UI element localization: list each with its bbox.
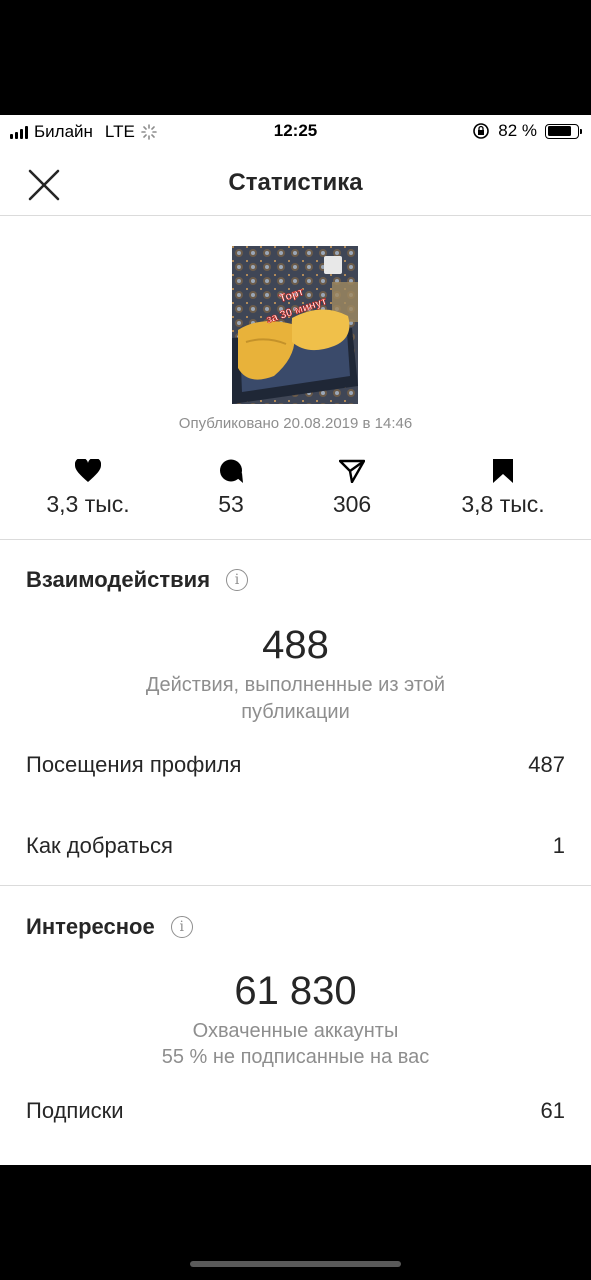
post-image: Торт за 30 минут [232,246,358,404]
home-indicator[interactable] [190,1261,401,1267]
shares-count: 306 [332,491,372,517]
row-label: Посещения профиля [26,752,242,777]
comments-metric: 53 [161,455,301,518]
row-label: Подписки [26,1098,124,1123]
send-icon [339,459,365,483]
shares-metric: 306 [282,455,422,518]
saves-metric: 3,8 тыс. [433,455,573,518]
interactions-total: 488 [262,623,329,667]
interaction-row-profile-visits: Посещения профиля 487 [26,752,565,778]
discovery-total: 61 830 [234,969,357,1013]
row-value: 1 [552,833,565,858]
orientation-lock-icon [473,123,490,139]
interactions-description-1: Действия, выполненные из этой [145,674,446,696]
row-label: Как добраться [26,833,173,858]
heart-icon [75,459,101,482]
bookmark-icon [493,459,513,483]
page-title: Статистика [228,169,363,196]
discovery-description-2: 55 % не подписанные на вас [161,1046,430,1068]
divider [0,539,591,540]
battery-icon [545,123,582,139]
post-thumbnail[interactable]: Торт за 30 минут [232,246,358,404]
post-metrics: 3,3 тыс. 53 306 3,8 тыс. [0,455,591,539]
comment-icon [220,459,243,483]
divider [0,885,591,886]
battery-percent: 82 % [498,121,537,140]
published-date: Опубликовано 20.08.2019 в 14:46 [178,415,413,432]
comments-count: 53 [218,491,244,517]
close-icon [28,169,60,201]
status-bar: Билайн LTE 12:25 82 % [0,115,591,149]
likes-count: 3,3 тыс. [46,491,130,517]
discovery-description-1: Охваченные аккаунты [192,1020,399,1042]
close-button[interactable] [24,165,64,205]
header: Статистика [0,149,591,216]
likes-metric: 3,3 тыс. [18,455,158,518]
info-icon[interactable]: i [226,569,249,591]
interactions-section-title: Взаимодействия i [26,567,249,593]
status-right: 82 % [472,121,582,141]
row-value: 61 [540,1098,565,1123]
interactions-description-2: публикации [241,701,350,723]
interaction-row-directions: Как добраться 1 [26,833,565,859]
discovery-section-title: Интересное i [26,914,193,940]
discovery-row-follows: Подписки 61 [26,1098,565,1124]
interactions-title: Взаимодействия [26,567,211,592]
discovery-title: Интересное [26,914,155,939]
saves-count: 3,8 тыс. [461,491,545,517]
info-icon[interactable]: i [170,916,193,938]
row-value: 487 [528,752,565,777]
insights-screen: Билайн LTE 12:25 82 % Статистика Торт за… [0,115,591,1165]
